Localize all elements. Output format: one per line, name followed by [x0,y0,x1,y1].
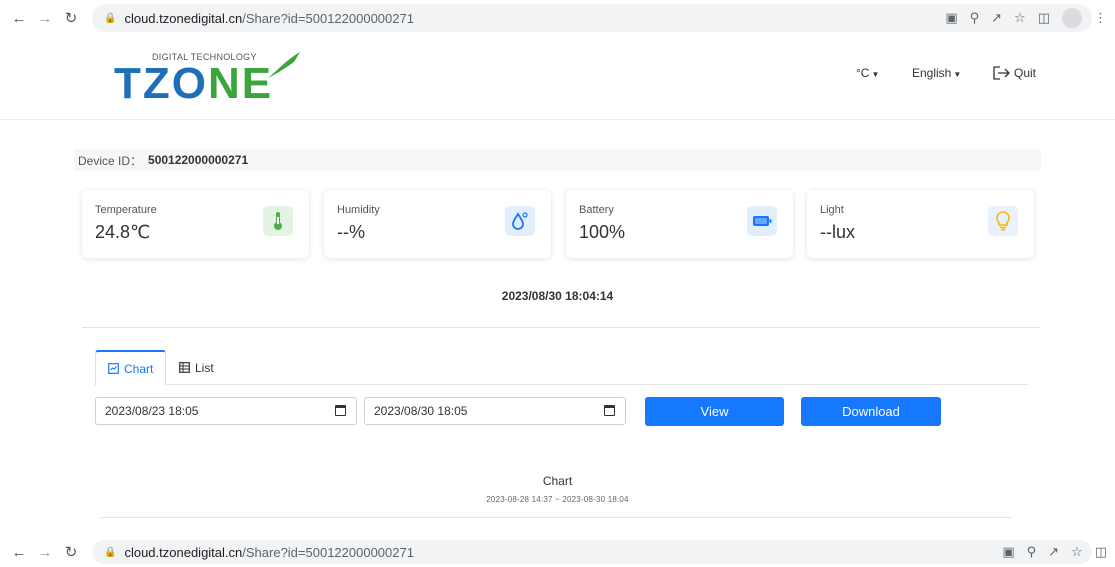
tab-chart[interactable]: Chart [95,350,167,386]
sensor-icon-box [747,206,777,236]
language-dropdown[interactable]: English ▼ [912,66,961,80]
tab-chart-label: Chart [124,361,154,376]
lightbulb-icon [996,211,1010,231]
lock-icon: 🔒 [104,546,117,558]
humidity-card: Humidity --% [324,190,551,258]
light-card: Light --lux [807,190,1034,258]
sensor-label: Light [820,204,844,216]
temperature-unit-dropdown[interactable]: °C ▼ [856,66,879,80]
address-bar[interactable]: 🔒 cloud.tzonedigital.cn/Share?id=5001220… [92,4,1092,32]
divider [82,327,1040,328]
url-path: /Share?id=500122000000271 [242,10,414,26]
logo-swoosh-icon [268,52,300,78]
thermometer-icon [274,212,282,230]
translate-icon[interactable]: ▣ [1002,544,1014,560]
zoom-icon[interactable]: ⚲ [1027,544,1037,560]
reload-icon[interactable]: ↻ [58,543,84,561]
chart-icon [108,363,119,374]
tab-list[interactable]: List [167,350,226,385]
sensor-icon-box [263,206,293,236]
language-label: English [912,66,952,80]
battery-card: Battery 100% [566,190,793,258]
browser-actions: ▣ ⚲ ↗ ☆ ◫ ⋮ [945,8,1107,28]
start-date-field[interactable] [105,404,305,418]
bookmark-star-icon[interactable]: ☆ [1071,544,1083,560]
unit-label: °C [856,66,870,80]
end-date-field[interactable] [374,404,574,418]
sensor-label: Battery [579,204,614,216]
water-drop-icon [512,212,528,230]
reload-icon[interactable]: ↻ [58,9,84,27]
start-date-input[interactable] [95,397,357,425]
reading-timestamp: 2023/08/30 18:04:14 [501,289,614,303]
share-icon[interactable]: ↗ [991,10,1002,26]
view-tabs: Chart List [95,350,1028,386]
logo-wordmark: TZONE [114,62,273,106]
device-id-label: Device ID： [78,153,143,168]
forward-arrow-icon[interactable]: → [32,544,58,561]
logo-brand-a: TZO [114,59,208,108]
sensor-value: 24.8℃ [95,222,151,242]
calendar-icon[interactable] [604,405,615,416]
quit-button[interactable]: Quit [993,66,1036,80]
back-arrow-icon[interactable]: ← [6,544,32,561]
calendar-icon[interactable] [335,405,346,416]
tzone-logo[interactable]: DIGITAL TECHNOLOGY TZONE [114,50,334,110]
forward-arrow-icon[interactable]: → [32,10,58,27]
browser-toolbar: ← → ↻ 🔒 cloud.tzonedigital.cn/Share?id=5… [0,0,1115,36]
sensor-value: --lux [820,222,855,242]
lock-icon: 🔒 [104,12,117,24]
divider [101,517,1012,518]
sensor-value: --% [337,222,365,242]
url-path: /Share?id=500122000000271 [242,544,414,560]
zoom-icon[interactable]: ⚲ [970,10,980,26]
sensor-icon-box [505,206,535,236]
device-id-value: 500122000000271 [148,153,249,167]
bookmark-star-icon[interactable]: ☆ [1014,10,1026,26]
profile-avatar-icon[interactable] [1062,8,1082,28]
sensor-label: Temperature [95,204,157,216]
logout-icon [993,66,1010,80]
temperature-card: Temperature 24.8℃ [82,190,309,258]
sensor-icon-box [988,206,1018,236]
battery-icon [753,216,772,226]
app-header: DIGITAL TECHNOLOGY TZONE °C ▼ English ▼ Qu… [0,36,1115,120]
browser-actions: ▣ ⚲ ↗ ☆ ◫ [1002,544,1107,560]
menu-dots-icon[interactable]: ⋮ [1094,10,1107,26]
sensor-label: Humidity [337,204,380,216]
browser-toolbar-duplicate: ← → ↻ 🔒 cloud.tzonedigital.cn/Share?id=5… [0,537,1115,567]
end-date-input[interactable] [364,397,626,425]
url-host: cloud.tzonedigital.cn [124,544,243,560]
device-id-row: Device ID： 500122000000271 [74,149,1041,171]
quit-label: Quit [1014,66,1037,80]
download-button[interactable]: Download [801,397,941,426]
caret-down-icon: ▼ [871,70,880,79]
chart-title: Chart [542,474,573,488]
back-arrow-icon[interactable]: ← [6,10,32,27]
address-bar[interactable]: 🔒 cloud.tzonedigital.cn/Share?id=5001220… [92,540,1092,564]
share-icon[interactable]: ↗ [1048,544,1059,560]
chart-time-range: 2023-08-28 14:37 ~ 2023-08-30 18:04 [486,495,629,504]
side-panel-icon[interactable]: ◫ [1038,10,1050,26]
view-button[interactable]: View [645,397,784,426]
side-panel-icon[interactable]: ◫ [1095,544,1107,560]
sensor-value: 100% [579,222,626,242]
tab-list-label: List [195,360,214,375]
table-grid-icon [179,362,190,373]
url-host: cloud.tzonedigital.cn [124,10,243,26]
caret-down-icon: ▼ [953,70,962,79]
translate-icon[interactable]: ▣ [945,10,957,26]
